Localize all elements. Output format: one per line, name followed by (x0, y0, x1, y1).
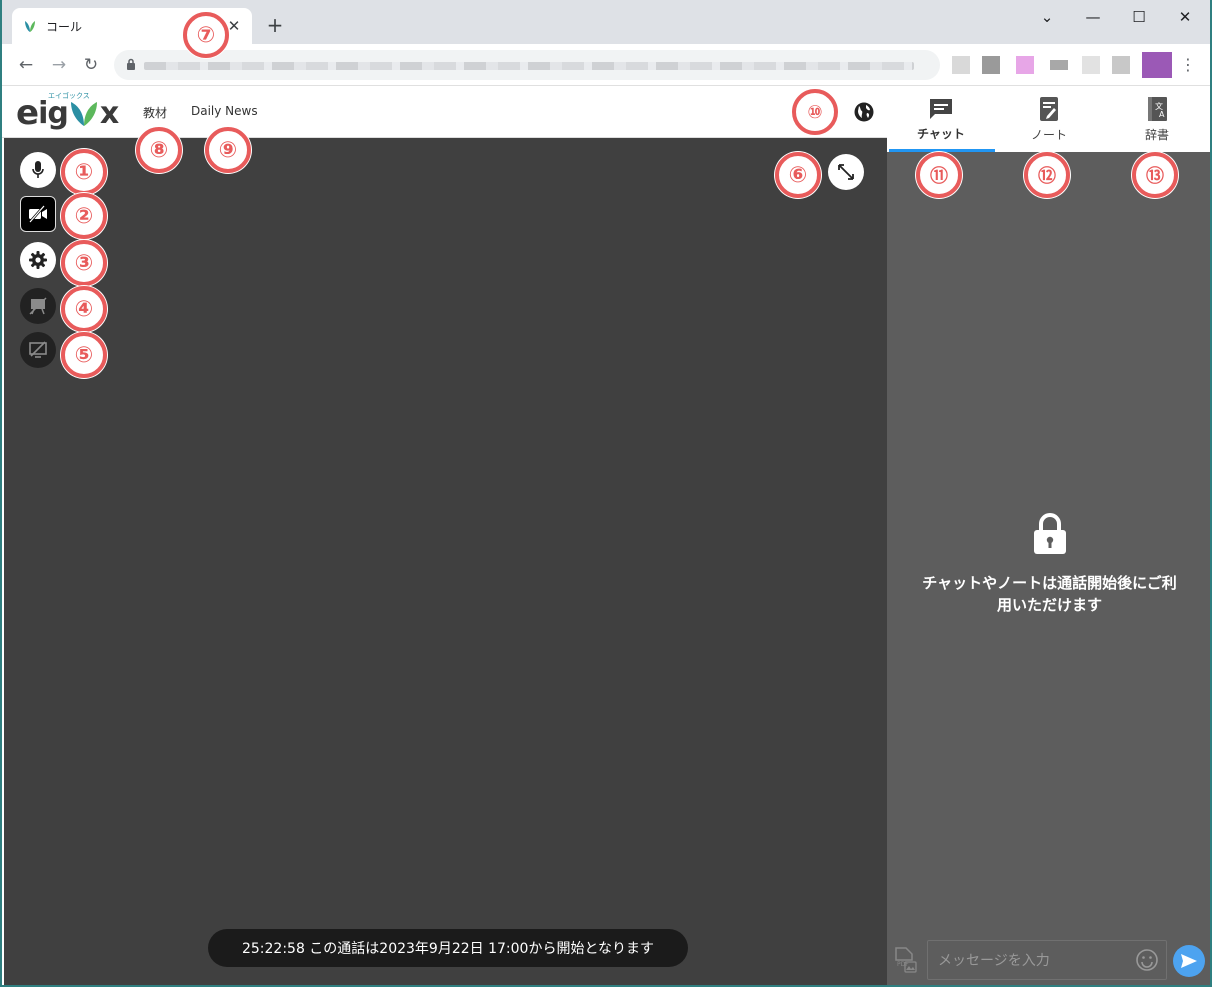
browser-toolbar: ← → ↻ ⋮ (2, 44, 1210, 86)
locked-message: チャットやノートは通話開始後にご利用いただけます (922, 574, 1177, 614)
annotation-badge: ② (61, 193, 107, 239)
maximize-button[interactable]: ☐ (1128, 6, 1150, 28)
eigox-favicon-icon (25, 21, 35, 32)
side-panel-tabs: チャット ノート 文 A 辞書 (887, 87, 1210, 152)
call-start-countdown: 25:22:58 この通話は2023年9月22日 17:00から開始となります (208, 929, 688, 967)
forward-button[interactable]: → (47, 53, 71, 77)
minimize-button[interactable]: — (1082, 6, 1104, 28)
reload-button[interactable]: ↻ (79, 53, 103, 77)
annotation-badge: ① (61, 149, 107, 195)
screen-share-off-icon (29, 341, 47, 358)
send-icon (1181, 954, 1197, 968)
extension-icon[interactable] (1112, 56, 1130, 74)
fullscreen-button[interactable] (828, 154, 864, 190)
daily-news-link[interactable]: Daily News (191, 104, 258, 118)
whiteboard-button[interactable] (20, 288, 56, 324)
send-button[interactable] (1173, 945, 1205, 977)
tab-dictionary[interactable]: 文 A 辞書 (1103, 87, 1210, 152)
extension-icon[interactable] (1082, 56, 1100, 74)
logo-kana: エイゴックス (48, 92, 90, 100)
microphone-button[interactable] (20, 152, 56, 188)
eigox-logo[interactable]: eigox eig x エイゴックス (16, 92, 119, 131)
annotation-badge: ④ (61, 286, 107, 332)
svg-text:A: A (1159, 110, 1165, 119)
annotation-badge: ⑩ (792, 89, 838, 135)
screen-share-button[interactable] (20, 332, 56, 368)
annotation-badge: ⑫ (1024, 152, 1070, 198)
browser-menu-icon[interactable]: ⋮ (1180, 54, 1196, 76)
extension-icon[interactable] (952, 56, 970, 74)
new-tab-button[interactable]: + (264, 14, 286, 36)
back-button[interactable]: ← (14, 53, 38, 77)
annotation-badge: ⑬ (1132, 152, 1178, 198)
annotation-badge: ⑪ (916, 152, 962, 198)
annotation-badge: ⑤ (61, 332, 107, 378)
locked-notice: チャットやノートは通話開始後にご利用いただけます (887, 512, 1210, 616)
gear-icon (29, 251, 47, 269)
profile-avatar[interactable] (1142, 52, 1172, 78)
dictionary-icon: 文 A (1148, 97, 1167, 121)
tab-search-icon[interactable]: ⌄ (1036, 6, 1058, 28)
settings-button[interactable] (20, 242, 56, 278)
attach-file-icon[interactable]: PDF (893, 947, 917, 973)
note-icon (1040, 97, 1058, 121)
app-header: eigox eig x エイゴックス (2, 87, 887, 138)
microphone-icon (32, 161, 44, 178)
message-input[interactable]: メッセージを入力 (927, 940, 1167, 980)
camera-button[interactable] (20, 196, 56, 232)
tab-note[interactable]: ノート (995, 87, 1103, 152)
extension-icon[interactable] (1050, 60, 1068, 70)
blurred-url (144, 62, 914, 70)
annotation-badge: ⑦ (183, 12, 229, 58)
browser-window: コール ✕ + ⌄ — ☐ ✕ ← → ↻ ⋮ eigox ei (0, 0, 1212, 987)
annotation-badge: ③ (61, 240, 107, 286)
whiteboard-off-icon (29, 297, 47, 315)
textbook-link[interactable]: 教材 (143, 104, 167, 121)
annotation-badge: ⑧ (136, 127, 182, 173)
video-stage: 25:22:58 この通話は2023年9月22日 17:00から開始となります (4, 138, 887, 985)
tab-chat[interactable]: チャット (887, 87, 995, 152)
annotation-badge: ⑥ (775, 152, 821, 198)
tab-dictionary-label: 辞書 (1144, 128, 1169, 142)
lock-icon (127, 58, 135, 70)
side-panel: チャット ノート 文 A 辞書 チャットやノートは通話開始後にご利用いただけます… (887, 87, 1210, 985)
padlock-icon (1033, 513, 1066, 554)
extension-icon[interactable] (982, 56, 1000, 74)
expand-arrows-icon (838, 164, 854, 180)
address-bar[interactable] (114, 50, 940, 80)
annotation-badge: ⑨ (205, 127, 251, 173)
extension-icon[interactable] (1016, 56, 1034, 74)
message-composer: PDF メッセージを入力 (887, 937, 1210, 985)
language-globe-icon[interactable] (854, 102, 874, 122)
tab-chat-label: チャット (917, 127, 965, 141)
camera-off-icon (29, 205, 47, 223)
close-window-button[interactable]: ✕ (1174, 6, 1196, 28)
chat-icon (930, 99, 952, 119)
tab-note-label: ノート (1030, 128, 1067, 142)
emoji-icon[interactable] (1135, 948, 1159, 972)
